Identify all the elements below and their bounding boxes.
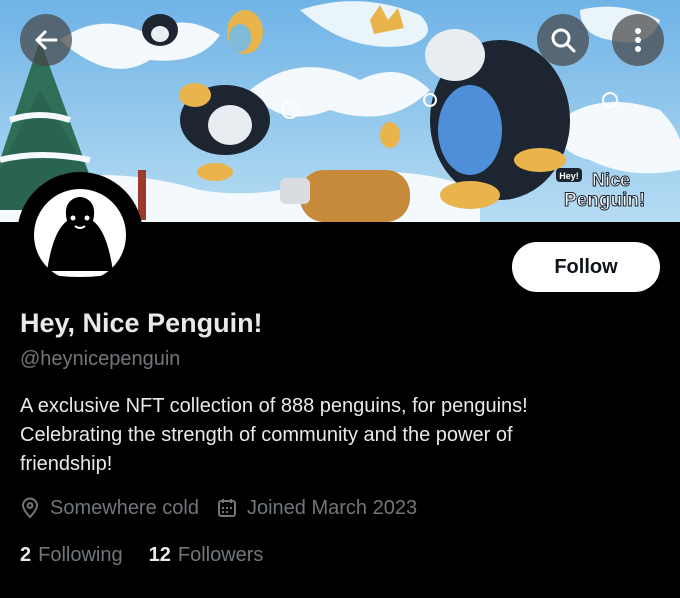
avatar[interactable] [21, 176, 139, 294]
calendar-icon [217, 499, 236, 517]
arrow-left-icon [35, 30, 58, 50]
followers-link[interactable]: 12 Followers [149, 544, 264, 567]
logo-text-line1: Nice [592, 170, 630, 190]
logo-text-line2: Penguin! [564, 190, 645, 211]
profile-meta: Somewhere cold Joined March 2023 [20, 494, 435, 522]
location-text: Somewhere cold [50, 496, 199, 519]
location-item: Somewhere cold [20, 497, 199, 520]
follow-counts: 2 Following 12 Followers [20, 541, 289, 569]
following-count: 2 [20, 543, 32, 566]
back-button[interactable] [20, 14, 72, 66]
profile-bio: A exclusive NFT collection of 888 pengui… [20, 392, 650, 479]
search-button[interactable] [537, 14, 589, 66]
profile-handle: @heynicepenguin [20, 348, 181, 370]
follow-button[interactable]: Follow [512, 242, 660, 292]
following-link[interactable]: 2 Following [20, 544, 123, 567]
following-label: Following [38, 543, 123, 566]
more-vertical-icon [635, 28, 641, 52]
bio-line: friendship! [20, 453, 113, 475]
followers-label: Followers [177, 543, 264, 566]
location-pin-icon [21, 497, 39, 519]
bio-line: A exclusive NFT collection of 888 pengui… [20, 395, 528, 417]
search-icon [551, 28, 576, 53]
followers-count: 12 [148, 543, 171, 566]
penguin-avatar-image [25, 180, 135, 290]
joined-item: Joined March 2023 [217, 497, 417, 520]
more-options-button[interactable] [612, 14, 664, 66]
display-name: Hey, Nice Penguin! [20, 308, 263, 338]
banner-brand-logo: Hey! Nice Penguin! [556, 168, 646, 212]
joined-text: Joined March 2023 [246, 496, 418, 519]
bio-line: Celebrating the strength of community an… [20, 424, 513, 446]
logo-text-top: Hey! [559, 171, 579, 181]
